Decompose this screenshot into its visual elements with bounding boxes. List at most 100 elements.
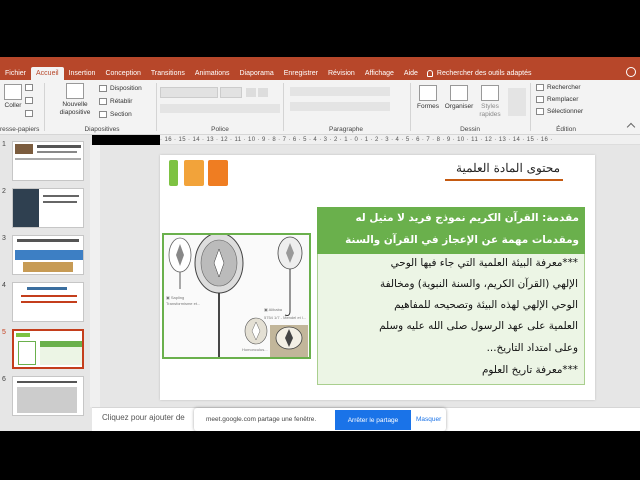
slide-number: 1 xyxy=(2,141,6,148)
layout-button[interactable]: Disposition xyxy=(99,85,142,92)
slide-title[interactable]: محتوى المادة العلمية xyxy=(456,161,560,175)
tell-me-search[interactable]: Rechercher des outils adaptés xyxy=(423,67,532,80)
layout-icon xyxy=(99,85,107,92)
letterbox-top xyxy=(0,0,640,57)
tab-revision[interactable]: Révision xyxy=(323,67,360,80)
content-line-2: الإلهي (القرآن الكريم، والسنة النبوية) و… xyxy=(380,278,578,290)
replace-icon xyxy=(536,96,544,103)
copy-button[interactable] xyxy=(25,97,36,104)
tab-accueil[interactable]: Accueil xyxy=(31,67,64,80)
lightbulb-icon xyxy=(426,70,433,77)
paste-button[interactable]: Coller xyxy=(2,84,24,110)
screen-share-banner: meet.google.com partage une fenêtre. Arr… xyxy=(194,408,446,431)
slide-thumbnail[interactable] xyxy=(12,141,84,181)
image-caption-3: Homonculus... xyxy=(242,347,268,352)
slide-thumbnail-selected[interactable] xyxy=(12,329,84,369)
tab-conception[interactable]: Conception xyxy=(100,67,145,80)
ribbon-separator xyxy=(156,83,157,131)
quick-styles-label-1: Styles xyxy=(481,103,499,110)
slides-group-label: Diapositives xyxy=(84,126,120,133)
tab-aide[interactable]: Aide xyxy=(399,67,423,80)
shape-format-buttons[interactable] xyxy=(508,88,526,116)
quick-styles-label-2: rapides xyxy=(479,111,501,118)
new-slide-button[interactable]: Nouvelle diapositive xyxy=(52,83,98,117)
reset-button[interactable]: Rétablir xyxy=(99,98,132,105)
new-slide-icon xyxy=(66,83,84,99)
svg-text:▣ Sapling: ▣ Sapling xyxy=(166,295,184,300)
slide-thumbnail[interactable] xyxy=(12,282,84,322)
image-caption-2: 5754 1/7 - Mendel et l... xyxy=(264,315,306,320)
content-line-4: العلمية على عهد الرسول صلى الله عليه وسل… xyxy=(379,320,578,332)
notes-placeholder: Cliquez pour ajouter de xyxy=(102,413,185,422)
arrange-label: Organiser xyxy=(444,103,474,110)
slide-thumbnail[interactable] xyxy=(12,188,84,228)
section-label: Section xyxy=(110,111,132,118)
reset-label: Rétablir xyxy=(110,98,133,105)
title-underline xyxy=(445,179,563,181)
arrange-button[interactable]: Organiser xyxy=(442,85,476,111)
slide-number: 2 xyxy=(2,188,6,195)
share-status-text: meet.google.com partage une fenêtre. xyxy=(206,416,317,423)
clipboard-group-label: resse-papiers xyxy=(0,126,40,133)
tab-diaporama[interactable]: Diaporama xyxy=(235,67,279,80)
ribbon-separator xyxy=(283,83,284,131)
sperm-illustration-graphic: ▣ Sapling Transformisme et... ▣ Alibaba … xyxy=(164,235,309,357)
clipboard-icon xyxy=(4,84,22,100)
font-name-box[interactable] xyxy=(160,87,218,98)
find-label: Rechercher xyxy=(547,84,581,91)
font-size-box[interactable] xyxy=(220,87,242,98)
tell-me-label: Rechercher des outils adaptés xyxy=(436,70,532,77)
font-group-label: Police xyxy=(211,126,229,133)
slide-number: 4 xyxy=(2,282,6,289)
content-line-6: ***معرفة تاريخ العلوم xyxy=(481,364,578,376)
slide-thumbnails-pane: 1 2 3 4 5 6 xyxy=(0,135,92,431)
tab-insertion[interactable]: Insertion xyxy=(64,67,101,80)
slide-thumbnail[interactable] xyxy=(12,235,84,275)
shapes-label: Formes xyxy=(416,103,440,110)
brush-icon xyxy=(25,110,33,117)
alignment-buttons[interactable] xyxy=(290,102,390,111)
slide-canvas[interactable]: محتوى المادة العلمية ▣ Sapling Transform… xyxy=(160,155,595,400)
slide-thumbnail[interactable] xyxy=(12,376,84,416)
tab-transitions[interactable]: Transitions xyxy=(146,67,190,80)
list-buttons[interactable] xyxy=(290,87,390,96)
quick-styles-icon xyxy=(481,85,499,101)
content-text-box[interactable]: ***معرفة البيئة العلمية التي جاء فيها ال… xyxy=(317,254,585,385)
intro-highlight-block[interactable]: مقدمة: القرآن الكريم نموذج فريد لا مثيل … xyxy=(317,207,585,254)
new-slide-label-1: Nouvelle xyxy=(62,101,88,108)
shapes-button[interactable]: Formes xyxy=(414,85,442,111)
slide-number: 6 xyxy=(2,376,6,383)
content-line-3: الوحي الإلهي لهذه البيئة وتصحيحه للمفاهي… xyxy=(394,299,578,311)
collapse-ribbon-icon[interactable] xyxy=(626,122,636,132)
quick-styles-button[interactable]: Styles rapides xyxy=(476,85,504,119)
replace-label: Remplacer xyxy=(547,96,579,103)
tab-animations[interactable]: Animations xyxy=(190,67,235,80)
user-account-icon[interactable] xyxy=(626,67,636,77)
cut-button[interactable] xyxy=(25,84,36,91)
title-bar xyxy=(0,57,640,65)
find-button[interactable]: Rechercher xyxy=(536,84,581,91)
cursor-icon xyxy=(536,108,544,115)
format-painter-button[interactable] xyxy=(25,110,36,117)
content-line-5: وعلى امتداد التاريخ... xyxy=(486,342,578,354)
grow-font-icon[interactable] xyxy=(246,88,256,97)
new-slide-label-2: diapositive xyxy=(59,109,91,116)
tab-enregistrer[interactable]: Enregistrer xyxy=(279,67,323,80)
slide-number: 3 xyxy=(2,235,6,242)
select-button[interactable]: Sélectionner xyxy=(536,108,583,115)
replace-button[interactable]: Remplacer xyxy=(536,96,578,103)
layout-label: Disposition xyxy=(110,85,142,92)
decor-square-green xyxy=(169,160,178,186)
illustration-image[interactable]: ▣ Sapling Transformisme et... ▣ Alibaba … xyxy=(162,233,311,359)
stop-sharing-button[interactable]: Arrêter le partage xyxy=(335,410,411,430)
hide-banner-link[interactable]: Masquer xyxy=(416,416,441,423)
vertical-ruler xyxy=(90,145,100,407)
decor-square-orange xyxy=(184,160,204,186)
tab-affichage[interactable]: Affichage xyxy=(360,67,399,80)
font-format-buttons[interactable] xyxy=(160,104,280,113)
ribbon-separator xyxy=(410,83,411,131)
tab-fichier[interactable]: Fichier xyxy=(0,67,31,80)
section-button[interactable]: Section xyxy=(99,111,132,118)
ribbon-separator xyxy=(44,83,45,131)
shrink-font-icon[interactable] xyxy=(258,88,268,97)
